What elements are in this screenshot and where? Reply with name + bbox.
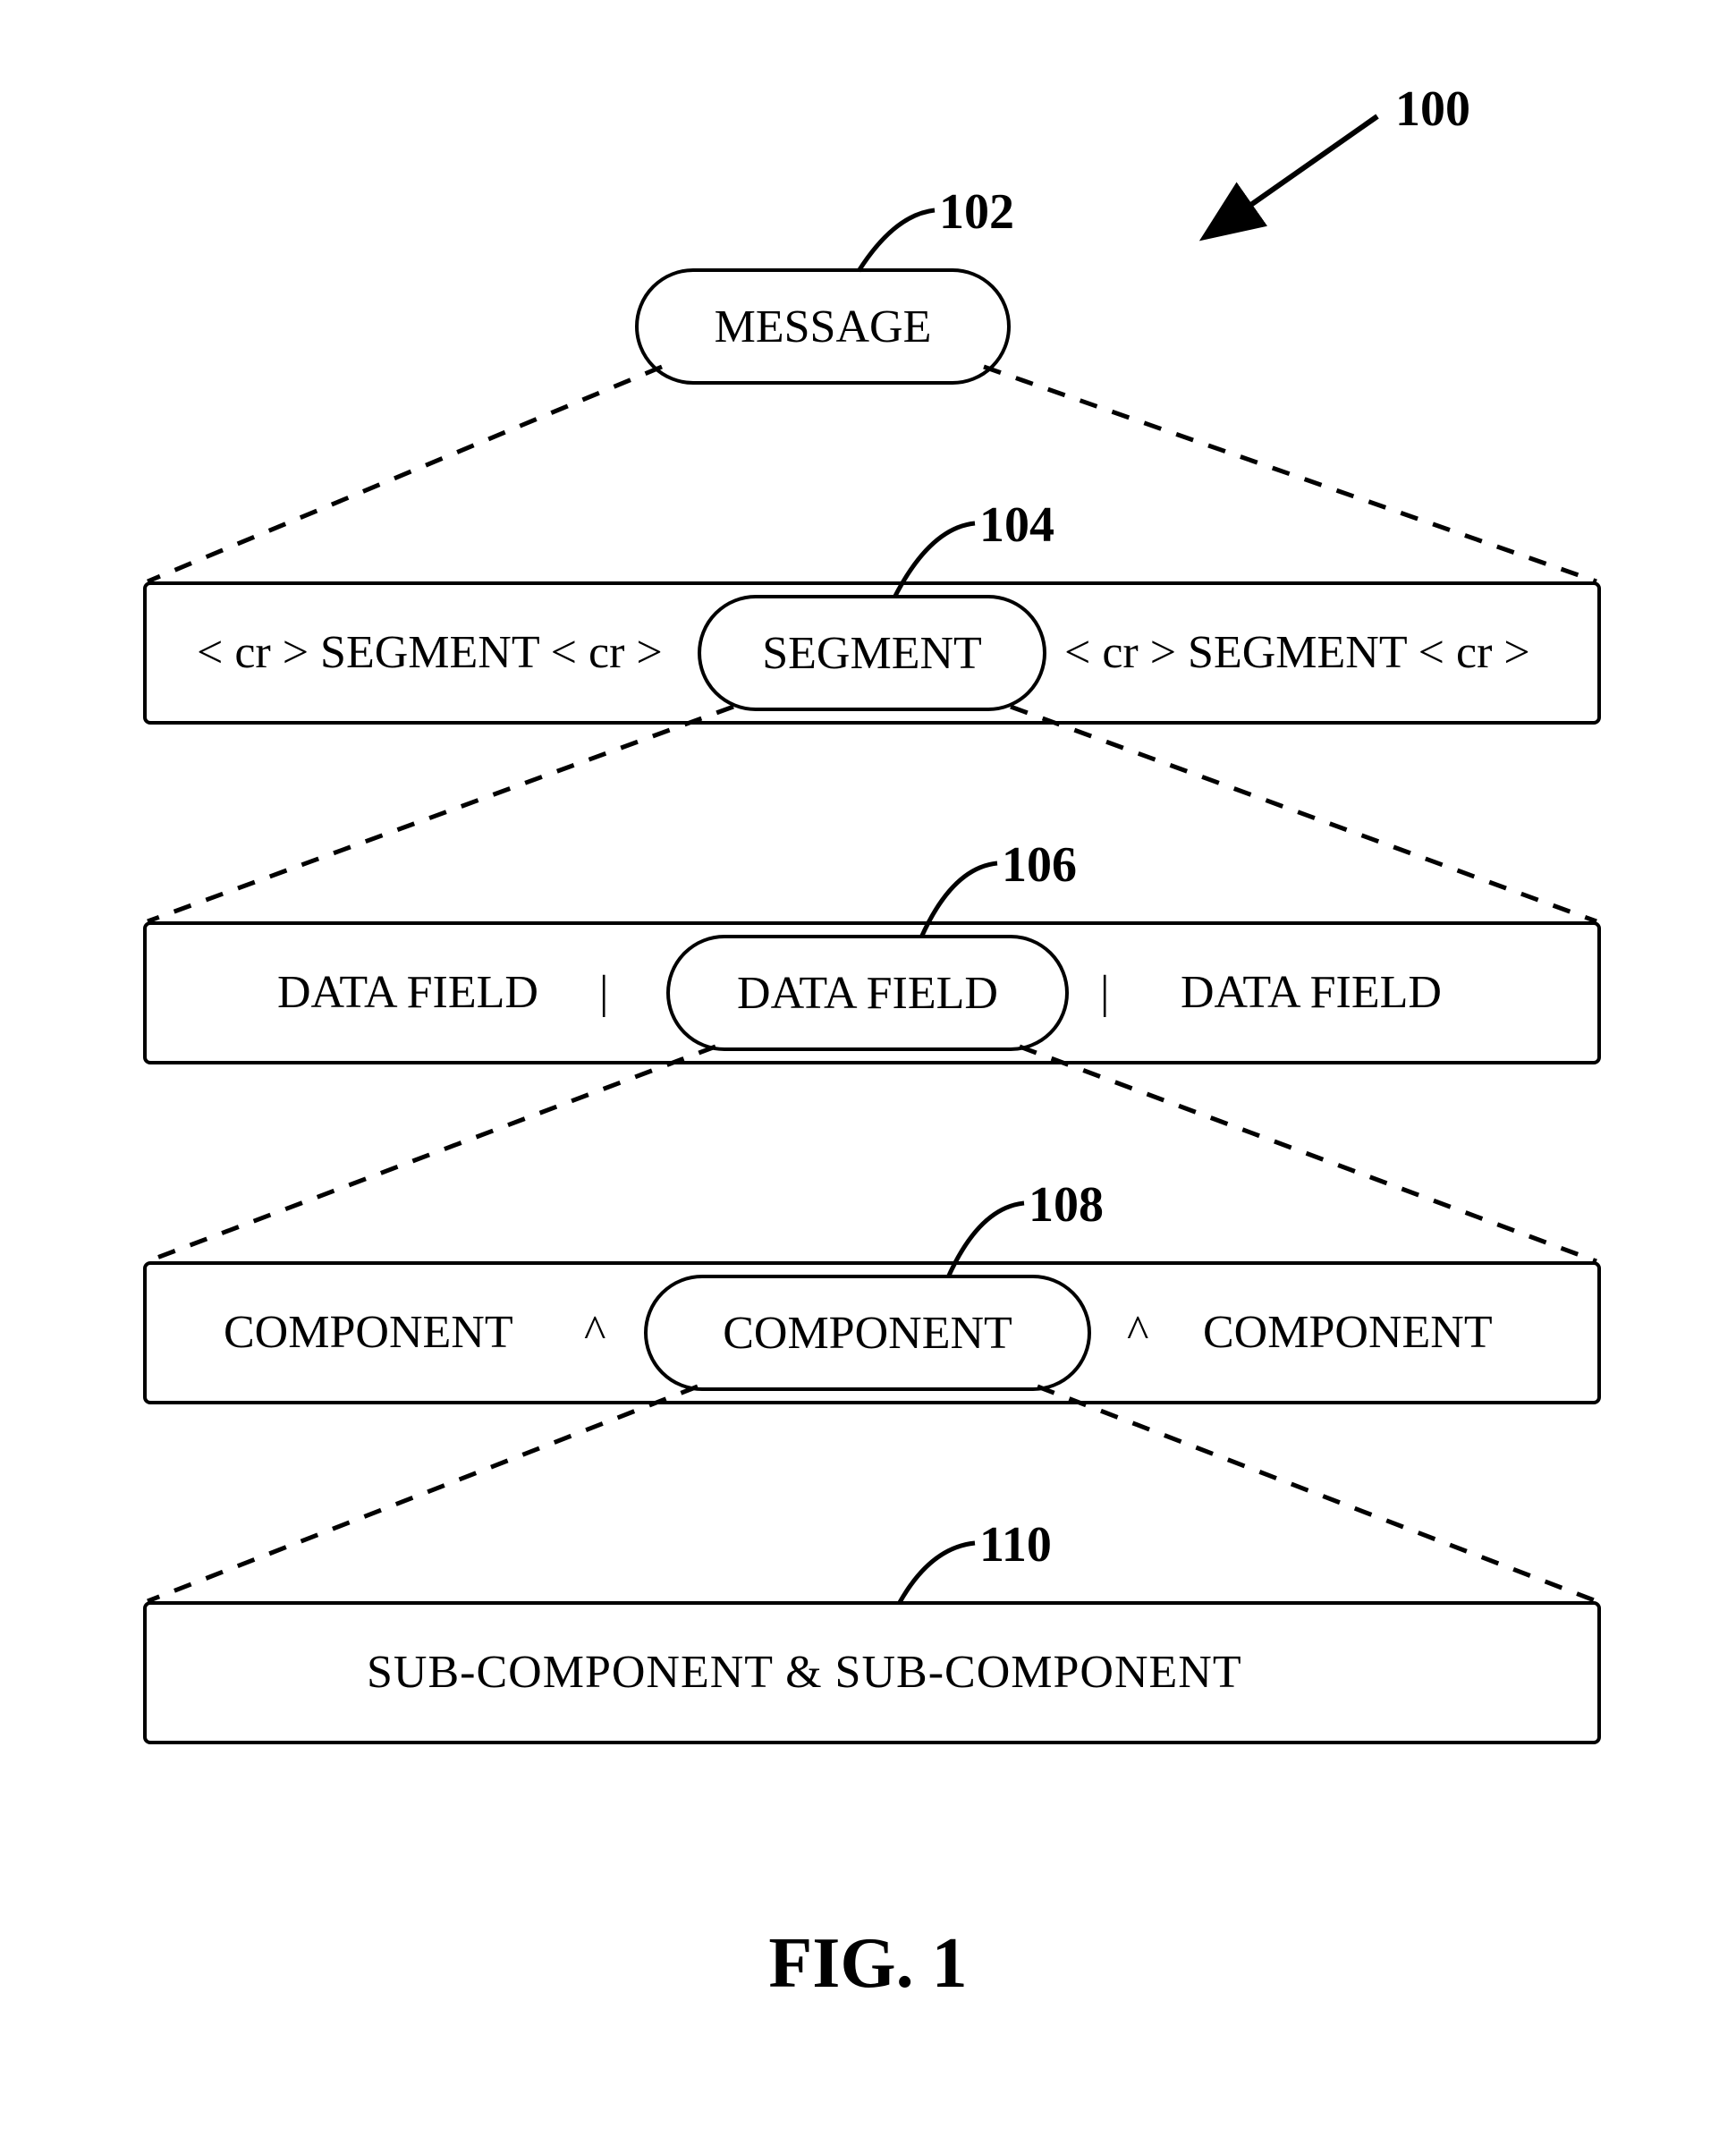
dash-df-left [148, 1047, 716, 1261]
segment-left-text: < cr > SEGMENT < cr > [197, 626, 663, 679]
message-pill: MESSAGE [635, 268, 1011, 385]
component-left-text: COMPONENT [224, 1306, 513, 1359]
ref-108: 108 [1029, 1176, 1104, 1234]
component-pill-label: COMPONENT [723, 1307, 1012, 1360]
dash-df-right [1020, 1047, 1596, 1261]
leader-102 [859, 210, 935, 271]
dash-cmp-right [1037, 1387, 1596, 1601]
leader-110 [899, 1543, 975, 1604]
arrow-100 [1243, 116, 1377, 210]
component-right-text: COMPONENT [1203, 1306, 1493, 1359]
segment-right-text: < cr > SEGMENT < cr > [1064, 626, 1530, 679]
dash-seg-left [148, 707, 733, 921]
ref-106: 106 [1002, 836, 1077, 894]
dash-cmp-left [148, 1387, 698, 1601]
dash-msg-left [148, 367, 662, 581]
ref-100: 100 [1395, 81, 1470, 138]
segment-pill-label: SEGMENT [762, 627, 982, 680]
ref-104: 104 [979, 496, 1054, 554]
datafield-pill: DATA FIELD [666, 935, 1069, 1051]
component-sep-left: ^ [584, 1306, 605, 1359]
ref-110: 110 [979, 1516, 1052, 1573]
component-pill: COMPONENT [644, 1275, 1091, 1391]
dash-msg-right [984, 367, 1596, 581]
datafield-pill-label: DATA FIELD [737, 967, 998, 1020]
figure-caption: FIG. 1 [0, 1923, 1736, 2005]
segment-pill: SEGMENT [698, 595, 1046, 711]
datafield-sep-right: | [1100, 966, 1109, 1019]
dash-seg-right [1011, 707, 1596, 921]
datafield-right-text: DATA FIELD [1181, 966, 1442, 1019]
datafield-sep-left: | [599, 966, 608, 1019]
ref-102: 102 [939, 183, 1014, 241]
datafield-left-text: DATA FIELD [277, 966, 538, 1019]
figure-canvas: 100 MESSAGE 102 < cr > SEGMENT < cr > < … [0, 0, 1736, 2137]
component-sep-right: ^ [1127, 1306, 1148, 1359]
subcomponent-text: SUB-COMPONENT & SUB-COMPONENT [367, 1646, 1242, 1699]
message-label: MESSAGE [715, 301, 932, 353]
